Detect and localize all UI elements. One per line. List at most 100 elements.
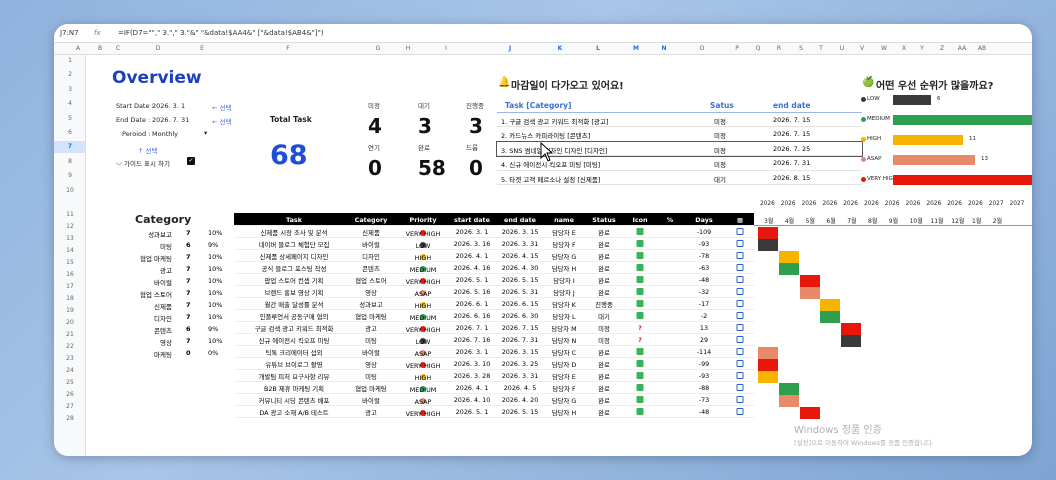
row-header-10[interactable]: 10 — [54, 185, 86, 197]
task-checkbox[interactable] — [736, 336, 744, 343]
row-header-22[interactable]: 22 — [54, 341, 86, 353]
task-checkbox[interactable] — [736, 372, 744, 379]
col-header-r[interactable]: R — [777, 45, 781, 52]
col-header-j[interactable]: J — [509, 45, 511, 52]
row-header-12[interactable]: 12 — [54, 221, 86, 233]
table-row[interactable]: 공식 블로그 포스팅 작성 콘텐츠 MEDIUM 2026. 4. 16 2026. 4… — [234, 262, 754, 274]
period-select[interactable]: Monthly — [152, 130, 178, 138]
row-header-23[interactable]: 23 — [54, 353, 86, 365]
task-checkbox[interactable] — [736, 240, 744, 247]
table-row[interactable]: 팝업 스토어 컨셉 기획 협업 스토어 VERY HIGH 2026. 5. 1 202… — [234, 274, 754, 286]
row-header-21[interactable]: 21 — [54, 329, 86, 341]
table-row[interactable]: B2B 제휴 마케팅 기획 협업 마케팅 MEDIUM 2026. 4. 1 2026.… — [234, 382, 754, 394]
row-header-8[interactable]: 8 — [54, 156, 86, 168]
col-header-l[interactable]: L — [596, 45, 600, 52]
row-header-14[interactable]: 14 — [54, 245, 86, 257]
col-header-a[interactable]: A — [76, 45, 80, 52]
row-header-18[interactable]: 18 — [54, 293, 86, 305]
col-header-t[interactable]: T — [819, 45, 823, 52]
col-header-z[interactable]: Z — [940, 45, 944, 52]
task-checkbox[interactable] — [736, 348, 744, 355]
table-row[interactable]: 신제품 시장 조사 및 분석 신제품 VERY HIGH 2026. 3. 1 2026… — [234, 226, 754, 238]
row-header-24[interactable]: 24 — [54, 365, 86, 377]
row-headers[interactable]: 1 2 3 4 5 6 7 8 9 10 11 12 13 14 15 16 17 18 19 20 21 22 23 24 2… — [54, 55, 86, 456]
row-header-13[interactable]: 13 — [54, 233, 86, 245]
col-header-d[interactable]: D — [156, 45, 161, 52]
row-header-25[interactable]: 25 — [54, 377, 86, 389]
col-header-g[interactable]: G — [376, 45, 381, 52]
col-header-m[interactable]: M — [633, 45, 639, 52]
row-header-15[interactable]: 15 — [54, 257, 86, 269]
table-row[interactable]: 구글 검색 광고 키워드 최적화 광고 VERY HIGH 2026. 7. 1 202… — [234, 322, 754, 334]
formula-bar[interactable]: J7:N7 fx =IF(D7=""," 3."," 3."&" "&data!… — [54, 24, 1032, 43]
col-header-aa[interactable]: AA — [958, 45, 966, 52]
row-header-1[interactable]: 1 — [54, 55, 86, 67]
table-row[interactable]: 인플루언서 공동구매 협의 협업 마케팅 MEDIUM 2026. 6. 16 2026… — [234, 310, 754, 322]
task-checkbox[interactable] — [736, 228, 744, 235]
table-row[interactable]: 개발팀 피처 요구사항 리뷰 미팅 HIGH 2026. 3. 28 2026. 3. … — [234, 370, 754, 382]
row-header-11[interactable]: 11 — [54, 209, 86, 221]
col-header-h[interactable]: H — [406, 45, 411, 52]
row-header-16[interactable]: 16 — [54, 269, 86, 281]
task-checkbox[interactable] — [736, 288, 744, 295]
col-header-v[interactable]: V — [860, 45, 864, 52]
deadline-row[interactable]: 2. 카드뉴스 카피라이팅 [콘텐츠] 미정 2026. 7. 15 — [497, 127, 862, 142]
chevron-down-icon[interactable]: ▾ — [204, 129, 207, 137]
row-header-27[interactable]: 27 — [54, 401, 86, 413]
col-header-x[interactable]: X — [902, 45, 906, 52]
table-row[interactable]: 월간 매출 달성률 분석 성과보고 HIGH 2026. 6. 1 2026. 6. 1… — [234, 298, 754, 310]
table-row[interactable]: 유튜브 브이로그 촬영 영상 VERY HIGH 2026. 3. 10 2026. 3… — [234, 358, 754, 370]
col-header-e[interactable]: E — [200, 45, 204, 52]
col-header-p[interactable]: P — [735, 45, 739, 52]
col-header-y[interactable]: Y — [920, 45, 924, 52]
row-header-28[interactable]: 28 — [54, 413, 86, 425]
row-header-9[interactable]: 9 — [54, 170, 86, 182]
row-header-2[interactable]: 2 — [54, 69, 86, 81]
guide-checkbox[interactable]: ✓ — [187, 157, 195, 165]
task-checkbox[interactable] — [736, 264, 744, 271]
table-row[interactable]: 브랜드 홍보 영상 기획 영상 ASAP 2026. 5. 16 2026. 5. 31… — [234, 286, 754, 298]
task-checkbox[interactable] — [736, 300, 744, 307]
name-box[interactable]: J7:N7 — [54, 29, 94, 37]
col-header-o[interactable]: O — [700, 45, 705, 52]
row-header-17[interactable]: 17 — [54, 281, 86, 293]
col-header-w[interactable]: W — [881, 45, 887, 52]
table-row[interactable]: 신규 에이전시 킥오프 미팅 미팅 LOW 2026. 7. 16 2026. 7. 3… — [234, 334, 754, 346]
row-header-7[interactable]: 7 — [54, 141, 86, 154]
start-date-value[interactable]: 2026. 3. 1 — [152, 102, 185, 110]
col-header-s[interactable]: S — [799, 45, 803, 52]
row-header-6[interactable]: 6 — [54, 127, 86, 139]
col-header-ab[interactable]: AB — [978, 45, 986, 52]
task-checkbox[interactable] — [736, 252, 744, 259]
task-checkbox[interactable] — [736, 360, 744, 367]
row-header-4[interactable]: 4 — [54, 98, 86, 110]
task-checkbox[interactable] — [736, 408, 744, 415]
col-header-q[interactable]: Q — [756, 45, 761, 52]
task-checkbox[interactable] — [736, 396, 744, 403]
row-header-19[interactable]: 19 — [54, 305, 86, 317]
task-checkbox[interactable] — [736, 324, 744, 331]
deadline-row[interactable]: 5. 타겟 고객 페르소나 설정 [신제품] 대기 2026. 8. 15 — [497, 171, 862, 185]
task-checkbox[interactable] — [736, 384, 744, 391]
table-row[interactable]: DA 광고 소재 A/B 테스트 광고 VERY HIGH 2026. 5. 1 202… — [234, 406, 754, 418]
col-header-b[interactable]: B — [98, 45, 102, 52]
table-row[interactable]: 틱톡 크리에이터 섭외 바이럴 ASAP 2026. 3. 1 2026. 3. 15 담… — [234, 346, 754, 358]
col-header-i[interactable]: I — [445, 45, 447, 52]
col-header-f[interactable]: F — [286, 45, 289, 52]
row-header-20[interactable]: 20 — [54, 317, 86, 329]
task-checkbox[interactable] — [736, 276, 744, 283]
table-row[interactable]: 신제품 상세페이지 디자인 디자인 HIGH 2026. 4. 1 2026. 4. 1… — [234, 250, 754, 262]
table-row[interactable]: 네이버 블로그 체험단 모집 바이럴 LOW 2026. 3. 16 2026. 3. … — [234, 238, 754, 250]
column-headers[interactable]: A B C D E F G H I J K L M N O P Q R S T U V W X Y Z AA AB — [54, 43, 1032, 55]
table-row[interactable]: 커뮤니티 시딩 콘텐츠 배포 바이럴 ASAP 2026. 4. 10 2026. 4.… — [234, 394, 754, 406]
row-header-3[interactable]: 3 — [54, 84, 86, 96]
col-header-n[interactable]: N — [661, 45, 666, 52]
col-header-u[interactable]: U — [840, 45, 844, 52]
task-checkbox[interactable] — [736, 312, 744, 319]
col-header-k[interactable]: K — [558, 45, 563, 52]
end-date-value[interactable]: 2026. 7. 31 — [152, 116, 189, 124]
row-header-5[interactable]: 5 — [54, 113, 86, 125]
formula-text[interactable]: =IF(D7=""," 3."," 3."&" "&data!$AA4&" ["… — [118, 29, 324, 37]
row-header-26[interactable]: 26 — [54, 389, 86, 401]
col-header-c[interactable]: C — [116, 45, 120, 52]
